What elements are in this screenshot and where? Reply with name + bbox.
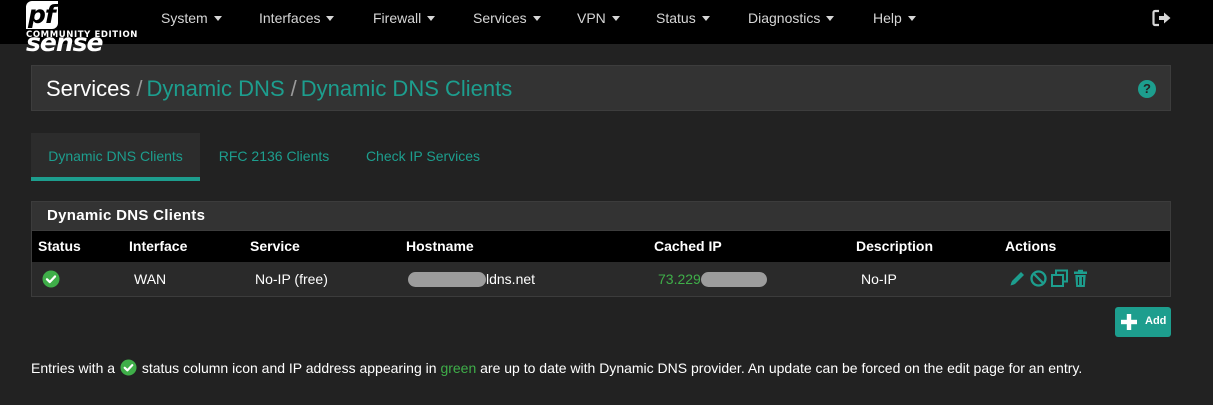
redacted-blur	[700, 272, 767, 287]
caret-down-icon	[427, 16, 436, 21]
copy-icon[interactable]	[1050, 269, 1069, 288]
note-text: status column icon and IP address appear…	[141, 360, 437, 376]
pfsense-logo[interactable]: pfsense COMMUNITY EDITION	[26, 1, 137, 57]
column-actions: Actions	[1005, 238, 1057, 254]
cell-cached-ip: 73.229	[658, 271, 767, 287]
dynamic-dns-clients-panel: Dynamic DNS Clients Status Interface Ser…	[31, 201, 1171, 297]
trash-icon[interactable]	[1071, 269, 1090, 288]
pencil-icon[interactable]	[1008, 269, 1027, 288]
check-circle-icon	[120, 359, 137, 376]
column-service: Service	[250, 238, 300, 254]
add-button[interactable]: Add	[1115, 307, 1171, 337]
nav-system[interactable]: System	[161, 0, 222, 44]
nav-services[interactable]: Services	[473, 0, 541, 44]
tab-rfc2136-clients[interactable]: RFC 2136 Clients	[208, 133, 340, 181]
column-interface: Interface	[129, 238, 188, 254]
breadcrumb-separator: /	[290, 76, 297, 101]
note-green-word: green	[440, 360, 477, 376]
caret-down-icon	[611, 16, 620, 21]
help-icon[interactable]: ?	[1138, 80, 1156, 98]
caret-down-icon	[826, 16, 835, 21]
note-text: Entries with a	[31, 360, 116, 376]
cell-description: No-IP	[861, 271, 897, 287]
caret-down-icon	[907, 16, 916, 21]
column-description: Description	[856, 238, 934, 254]
breadcrumb-dynamic-dns-clients[interactable]: Dynamic DNS Clients	[301, 76, 513, 101]
hostname-suffix: ldns.net	[486, 271, 536, 287]
redacted-blur	[408, 272, 486, 287]
column-cached-ip: Cached IP	[654, 238, 722, 254]
breadcrumb: Services / Dynamic DNS / Dynamic DNS Clients	[46, 76, 512, 102]
logo-edition: COMMUNITY EDITION	[26, 30, 138, 40]
cell-service: No-IP (free)	[255, 271, 328, 287]
add-button-label: Add	[1145, 315, 1167, 327]
plus-icon	[1121, 314, 1137, 330]
status-legend-note: Entries with a status column icon and IP…	[31, 359, 1082, 376]
top-navbar: pfsense COMMUNITY EDITION System Interfa…	[0, 0, 1213, 57]
column-hostname: Hostname	[406, 238, 474, 254]
sign-out-icon[interactable]	[1152, 9, 1172, 27]
cell-hostname: ldns.net	[408, 271, 535, 287]
cell-interface: WAN	[134, 271, 167, 287]
nav-status[interactable]: Status	[656, 0, 710, 44]
caret-down-icon	[326, 16, 335, 21]
tab-dynamic-dns-clients[interactable]: Dynamic DNS Clients	[31, 133, 200, 181]
breadcrumb-dynamic-dns[interactable]: Dynamic DNS	[146, 76, 284, 101]
check-circle-icon	[42, 270, 60, 288]
caret-down-icon	[701, 16, 710, 21]
column-status: Status	[38, 238, 81, 254]
cached-ip-prefix: 73.229	[658, 271, 701, 287]
panel-title: Dynamic DNS Clients	[47, 207, 206, 224]
caret-down-icon	[213, 16, 222, 21]
panel-heading: Dynamic DNS Clients	[32, 202, 1170, 231]
disable-icon[interactable]	[1029, 269, 1048, 288]
breadcrumb-root: Services	[46, 76, 131, 101]
breadcrumb-separator: /	[136, 76, 143, 101]
nav-firewall[interactable]: Firewall	[373, 0, 436, 44]
table-row[interactable]: WAN No-IP (free) ldns.net 73.229 No-IP	[32, 262, 1170, 296]
table-header: Status Interface Service Hostname Cached…	[32, 231, 1170, 262]
caret-down-icon	[532, 16, 541, 21]
breadcrumb-bar: Services / Dynamic DNS / Dynamic DNS Clients…	[31, 65, 1171, 111]
logo-wordmark: pfsense	[26, 0, 103, 57]
tab-check-ip-services[interactable]: Check IP Services	[356, 133, 490, 181]
nav-vpn[interactable]: VPN	[577, 0, 620, 44]
nav-interfaces[interactable]: Interfaces	[259, 0, 335, 44]
nav-help[interactable]: Help	[873, 0, 916, 44]
note-text: are up to date with Dynamic DNS provider…	[480, 360, 1083, 376]
nav-diagnostics[interactable]: Diagnostics	[748, 0, 835, 44]
